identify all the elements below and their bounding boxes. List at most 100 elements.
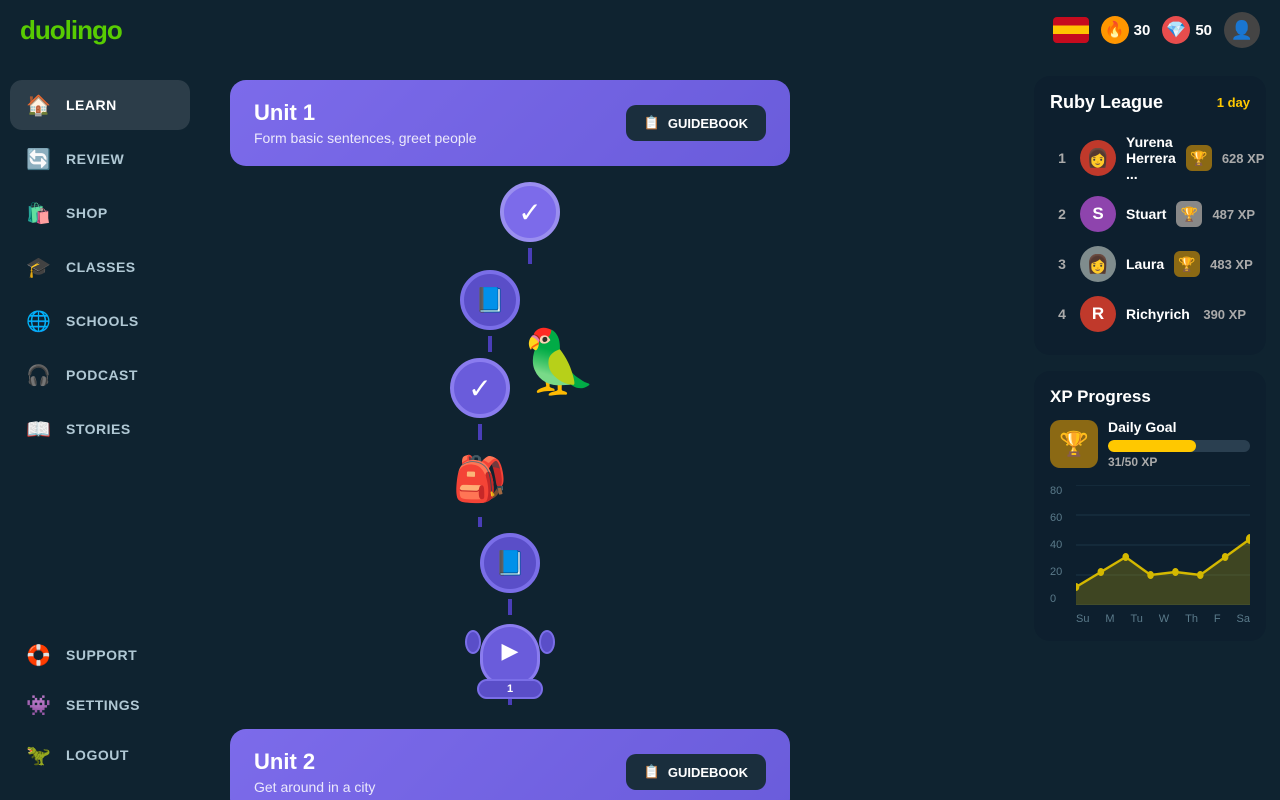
sidebar-item-stories[interactable]: 📖 STORIES [10,404,190,454]
unit1-description: Form basic sentences, greet people [254,130,477,146]
node-row-2: 📘 [340,264,680,352]
unit2-info: Unit 2 Get around in a city [254,749,375,795]
unit1-info: Unit 1 Form basic sentences, greet peopl… [254,100,477,146]
challenge-node[interactable]: ▶ 1 [475,615,545,695]
language-flag[interactable] [1053,17,1089,43]
lesson-node-1-complete[interactable]: ✓ [500,182,560,242]
unit2-description: Get around in a city [254,779,375,795]
x-label-su: Su [1076,613,1089,625]
goal-count: 31/50 XP [1108,455,1250,469]
right-panel: Ruby League 1 day 1 👩 Yurena Herrera ...… [1020,60,1280,800]
streak-badge[interactable]: 🔥 30 [1101,16,1151,44]
streak-count: 30 [1134,22,1151,39]
sidebar-bottom: 🛟 SUPPORT 👾 SETTINGS 🦖 LOGOUT [10,630,190,780]
lesson-node-book-1[interactable]: 📘 [460,270,520,330]
sidebar-item-podcast[interactable]: 🎧 PODCAST [10,350,190,400]
goal-info: Daily Goal 31/50 XP [1108,419,1250,469]
gem-count: 50 [1195,22,1212,39]
sidebar-item-schools[interactable]: 🌐 SCHOOLS [10,296,190,346]
logo[interactable]: duolingo [20,15,122,46]
check-icon: ✓ [518,196,541,229]
player-3-avatar: 👩 [1080,246,1116,282]
player-3-xp: 483 XP [1210,257,1253,272]
rank-4: 4 [1054,306,1070,322]
player-2-avatar: S [1080,196,1116,232]
player-3-badge: 🏆 [1174,251,1200,277]
connector-1 [528,248,532,264]
player-2-badge: 🏆 [1176,201,1202,227]
rank-1: 1 [1054,150,1070,166]
y-label-60: 60 [1050,512,1072,524]
rank-2: 2 [1054,206,1070,222]
player-1-badge: 🏆 [1186,145,1212,171]
sidebar-item-label-review: REVIEW [66,151,124,167]
settings-icon: 👾 [24,690,54,720]
y-label-20: 20 [1050,566,1072,578]
sidebar-item-support[interactable]: 🛟 SUPPORT [10,630,190,680]
unit2-title: Unit 2 [254,749,375,775]
x-label-f: F [1214,613,1221,625]
shop-icon: 🛍️ [24,198,54,228]
player-3-name: Laura [1126,256,1164,272]
player-1-name: Yurena Herrera ... [1126,134,1176,182]
node-row-3: ✓ 🦜 [340,352,680,440]
sidebar-item-label-logout: LOGOUT [66,747,129,763]
treasure-chest[interactable]: 🎒 [450,446,510,511]
lesson-node-book-2[interactable]: 📘 [480,533,540,593]
league-row-3[interactable]: 3 👩 Laura 🏆 483 XP [1050,239,1250,289]
user-avatar[interactable]: 👤 [1224,12,1260,48]
sidebar-item-shop[interactable]: 🛍️ SHOP [10,188,190,238]
connector-chest [478,517,482,527]
player-2-name: Stuart [1126,206,1166,222]
x-label-tu: Tu [1130,613,1142,625]
player-4-name: Richyrich [1126,306,1193,322]
review-icon: 🔄 [24,144,54,174]
sidebar-item-settings[interactable]: 👾 SETTINGS [10,680,190,730]
goal-bar-fill [1108,440,1196,452]
league-time: 1 day [1217,95,1250,110]
unit1-guidebook-label: GUIDEBOOK [668,116,748,131]
player-1-xp: 628 XP [1222,151,1265,166]
unit1-guidebook-button[interactable]: 📋 GUIDEBOOK [626,105,766,141]
gem-icon: 💎 [1162,16,1190,44]
check-icon-2: ✓ [468,372,491,405]
book-icon-3: 📘 [495,549,525,578]
connector-2 [488,336,492,352]
daily-goal-row: 🏆 Daily Goal 31/50 XP [1050,419,1250,469]
goal-progress-bar [1108,440,1250,452]
sidebar-item-logout[interactable]: 🦖 LOGOUT [10,730,190,780]
goal-label: Daily Goal [1108,419,1250,435]
stories-icon: 📖 [24,414,54,444]
topnav-right: 🔥 30 💎 50 👤 [1053,12,1260,48]
unit1-card: Unit 1 Form basic sentences, greet peopl… [230,80,790,166]
sidebar-item-learn[interactable]: 🏠 LEARN [10,80,190,130]
streak-icon: 🔥 [1101,16,1129,44]
unit1-title: Unit 1 [254,100,477,126]
classes-icon: 🎓 [24,252,54,282]
unit2-guidebook-button[interactable]: 📋 GUIDEBOOK [626,754,766,790]
league-row-2[interactable]: 2 S Stuart 🏆 487 XP [1050,189,1250,239]
league-row-4[interactable]: 4 R Richyrich 390 XP [1050,289,1250,339]
book-icon-2: 📘 [475,286,505,315]
unit2-card: Unit 2 Get around in a city 📋 GUIDEBOOK [230,729,790,800]
sidebar-item-label-support: SUPPORT [66,647,137,663]
gem-badge[interactable]: 💎 50 [1162,16,1212,44]
rank-3: 3 [1054,256,1070,272]
league-row-1[interactable]: 1 👩 Yurena Herrera ... 🏆 628 XP [1050,127,1250,189]
topnav: duolingo 🔥 30 💎 50 👤 [0,0,1280,60]
chart-y-labels: 0 20 40 60 80 [1050,485,1072,605]
node-row-4: 📘 [340,527,680,615]
goal-icon: 🏆 [1050,420,1098,468]
lesson-node-2-complete[interactable]: ✓ [450,358,510,418]
league-title: Ruby League [1050,92,1163,113]
chest-row: 🎒 [340,440,680,527]
x-label-sa: Sa [1236,613,1249,625]
sidebar-item-review[interactable]: 🔄 REVIEW [10,134,190,184]
node-row-5: ▶ 1 [340,615,680,705]
y-label-40: 40 [1050,539,1072,551]
xp-chart: 0 20 40 60 80 [1050,485,1250,625]
league-header: Ruby League 1 day [1050,92,1250,113]
book-icon: 📋 [644,115,660,131]
unit2-guidebook-label: GUIDEBOOK [668,765,748,780]
sidebar-item-classes[interactable]: 🎓 CLASSES [10,242,190,292]
